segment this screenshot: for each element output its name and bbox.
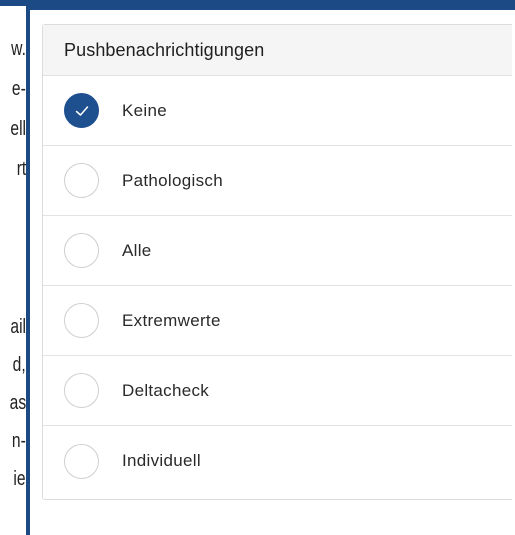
radio-button[interactable] [64, 303, 99, 338]
background-text-line: rt [16, 158, 26, 180]
card-title: Pushbenachrichtigungen [64, 39, 265, 60]
background-text-line: ail [10, 316, 26, 338]
background-text-line: e- [12, 78, 26, 100]
checkmark-icon [75, 105, 88, 116]
card-header: Pushbenachrichtigungen [43, 25, 512, 76]
background-page-text: w. e- ell rt ail d, as n- ie [0, 0, 26, 535]
notification-popover: Pushbenachrichtigungen Keine Pathologisc… [26, 6, 515, 535]
background-text-line: as [9, 392, 26, 414]
option-pathologisch[interactable]: Pathologisch [43, 146, 512, 216]
option-deltacheck[interactable]: Deltacheck [43, 356, 512, 426]
option-label: Pathologisch [122, 170, 223, 190]
background-text-line: w. [11, 38, 26, 60]
radio-button[interactable] [64, 373, 99, 408]
notification-options-list: Keine Pathologisch Alle Extremwerte Delt… [43, 76, 512, 496]
background-text-line: n- [12, 430, 26, 452]
radio-button[interactable] [64, 163, 99, 198]
option-individuell[interactable]: Individuell [43, 426, 512, 496]
background-text-line: d, [12, 354, 26, 376]
option-label: Deltacheck [122, 380, 210, 400]
background-text-line: ell [10, 118, 26, 140]
radio-button-selected[interactable] [64, 93, 99, 128]
radio-button[interactable] [64, 443, 99, 479]
screen: w. e- ell rt ail d, as n- ie Pushbenachr… [0, 0, 515, 535]
option-label: Individuell [122, 451, 201, 470]
option-keine[interactable]: Keine [43, 76, 512, 146]
push-notification-card: Pushbenachrichtigungen Keine Pathologisc… [42, 24, 512, 500]
background-text-line: ie [13, 468, 26, 490]
radio-button[interactable] [64, 233, 99, 268]
option-label: Extremwerte [122, 310, 221, 330]
option-extremwerte[interactable]: Extremwerte [43, 286, 512, 356]
option-alle[interactable]: Alle [43, 216, 512, 286]
option-label: Keine [122, 100, 167, 120]
option-label: Alle [122, 240, 152, 260]
